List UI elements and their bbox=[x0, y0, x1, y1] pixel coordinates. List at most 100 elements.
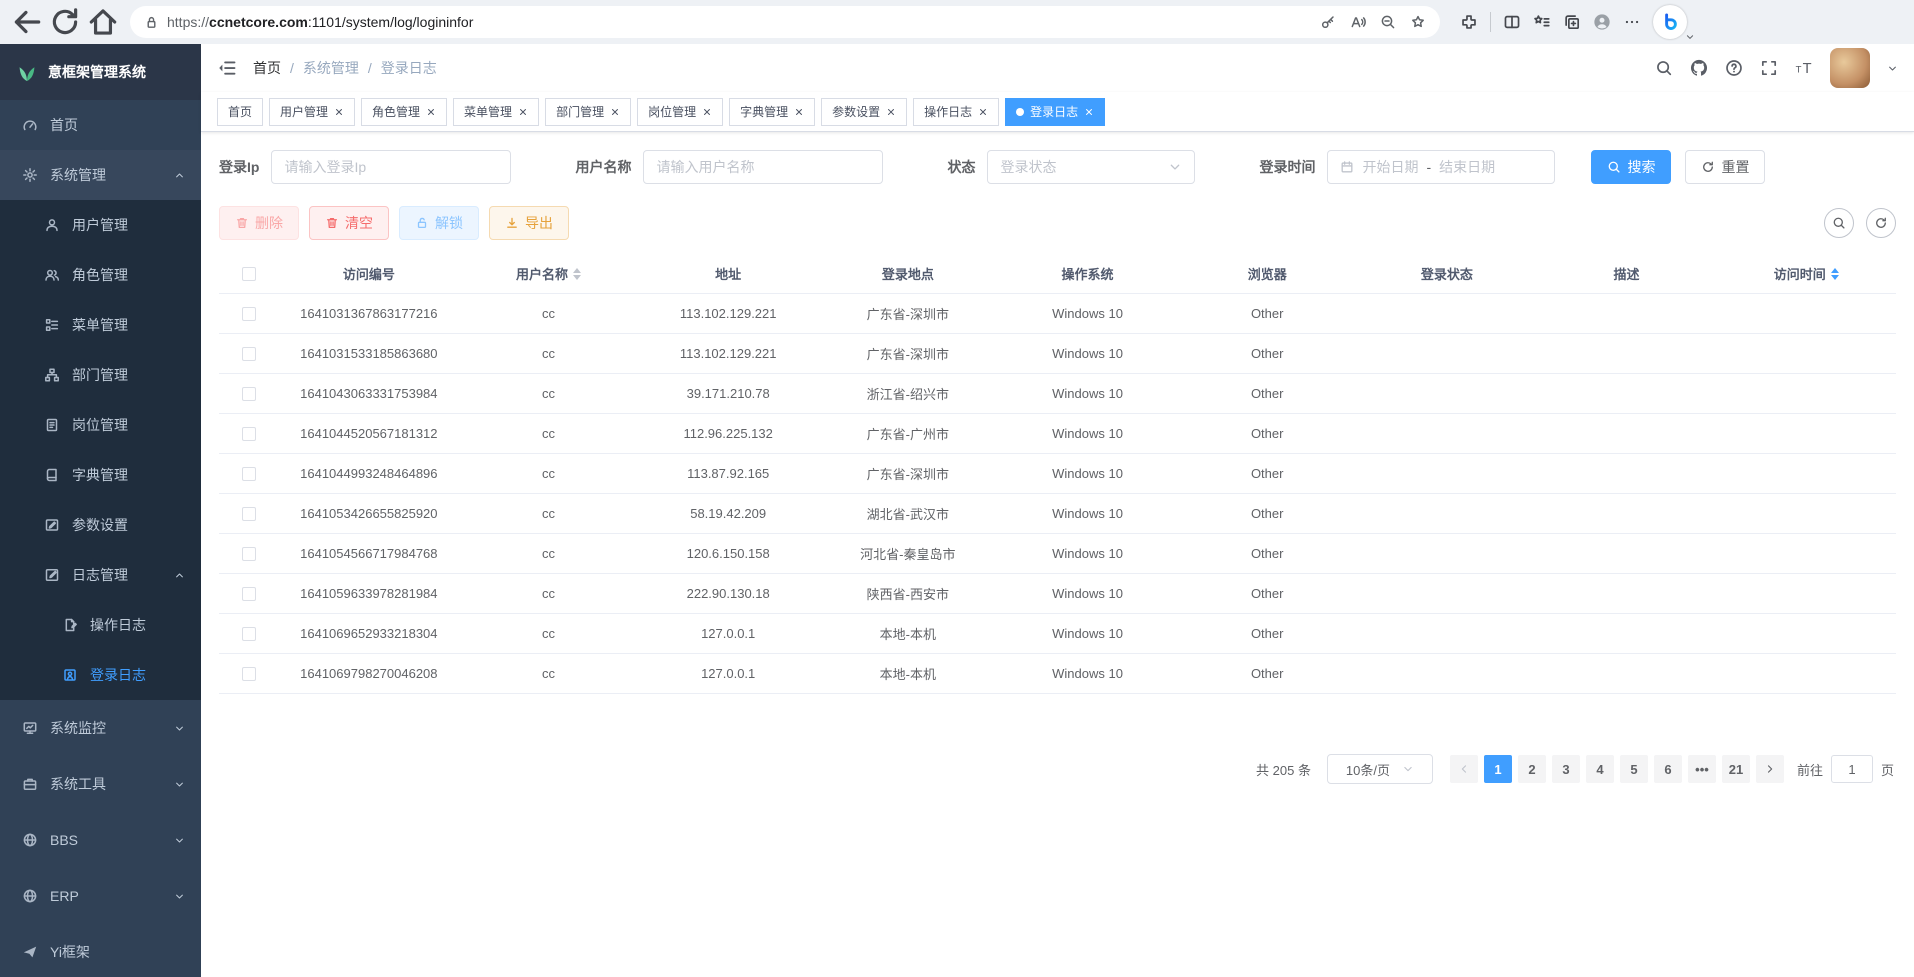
search-button[interactable]: 搜索 bbox=[1591, 150, 1671, 184]
close-icon[interactable] bbox=[610, 107, 620, 117]
tab-登录日志[interactable]: 登录日志 bbox=[1005, 98, 1105, 126]
prev-page-button[interactable] bbox=[1450, 755, 1478, 783]
sidebar-item-dict-mgmt[interactable]: 字典管理 bbox=[0, 450, 201, 500]
select-all-checkbox[interactable] bbox=[242, 267, 256, 281]
tab-角色管理[interactable]: 角色管理 bbox=[361, 98, 447, 126]
sort-carets-icon[interactable] bbox=[1831, 268, 1839, 280]
page-button-4[interactable]: 4 bbox=[1586, 755, 1614, 783]
split-screen-icon[interactable] bbox=[1503, 13, 1521, 31]
sidebar-item-home[interactable]: 首页 bbox=[0, 100, 201, 150]
delete-button[interactable]: 删除 bbox=[219, 206, 299, 240]
tab-菜单管理[interactable]: 菜单管理 bbox=[453, 98, 539, 126]
close-icon[interactable] bbox=[334, 107, 344, 117]
row-checkbox[interactable] bbox=[242, 467, 256, 481]
refresh-icon[interactable] bbox=[48, 5, 82, 39]
row-checkbox[interactable] bbox=[242, 667, 256, 681]
back-icon[interactable] bbox=[10, 5, 44, 39]
tab-岗位管理[interactable]: 岗位管理 bbox=[637, 98, 723, 126]
favorites-icon[interactable] bbox=[1533, 13, 1551, 31]
row-checkbox[interactable] bbox=[242, 347, 256, 361]
column-header-time[interactable]: 访问时间 bbox=[1716, 264, 1896, 283]
close-icon[interactable] bbox=[886, 107, 896, 117]
sidebar-item-system-mgmt[interactable]: 系统管理 bbox=[0, 150, 201, 200]
row-checkbox[interactable] bbox=[242, 547, 256, 561]
user-name-input[interactable] bbox=[643, 150, 883, 184]
column-header-user[interactable]: 用户名称 bbox=[459, 264, 639, 283]
sort-carets-icon[interactable] bbox=[573, 268, 581, 280]
pager-ellipsis[interactable]: ••• bbox=[1688, 755, 1716, 783]
sidebar-item-role-mgmt[interactable]: 角色管理 bbox=[0, 250, 201, 300]
row-checkbox[interactable] bbox=[242, 387, 256, 401]
sidebar-item-login-log[interactable]: 登录日志 bbox=[0, 650, 201, 700]
close-icon[interactable] bbox=[978, 107, 988, 117]
key-icon[interactable] bbox=[1320, 14, 1336, 30]
sidebar-item-post-mgmt[interactable]: 岗位管理 bbox=[0, 400, 201, 450]
clear-button[interactable]: 清空 bbox=[309, 206, 389, 240]
profile-icon[interactable] bbox=[1593, 13, 1611, 31]
tab-部门管理[interactable]: 部门管理 bbox=[545, 98, 631, 126]
page-size-select[interactable]: 10条/页 bbox=[1327, 754, 1433, 784]
sidebar-item-log-mgmt[interactable]: 日志管理 bbox=[0, 550, 201, 600]
tab-首页[interactable]: 首页 bbox=[217, 98, 263, 126]
next-page-button[interactable] bbox=[1756, 755, 1784, 783]
row-checkbox[interactable] bbox=[242, 587, 256, 601]
tab-用户管理[interactable]: 用户管理 bbox=[269, 98, 355, 126]
status-select[interactable]: 登录状态 bbox=[987, 150, 1195, 184]
sidebar-item-operation-log[interactable]: 操作日志 bbox=[0, 600, 201, 650]
fullscreen-icon[interactable] bbox=[1760, 59, 1778, 77]
goto-page-input[interactable] bbox=[1831, 755, 1873, 783]
close-icon[interactable] bbox=[426, 107, 436, 117]
sidebar-item-param-settings[interactable]: 参数设置 bbox=[0, 500, 201, 550]
question-icon[interactable] bbox=[1725, 59, 1743, 77]
search-icon[interactable] bbox=[1655, 59, 1673, 77]
sidebar-item-user-mgmt[interactable]: 用户管理 bbox=[0, 200, 201, 250]
reset-button[interactable]: 重置 bbox=[1685, 150, 1765, 184]
url-text[interactable]: https://ccnetcore.com:1101/system/log/lo… bbox=[167, 14, 1312, 30]
breadcrumb-home[interactable]: 首页 bbox=[253, 58, 281, 78]
row-checkbox[interactable] bbox=[242, 627, 256, 641]
refresh-table-button[interactable] bbox=[1866, 208, 1896, 238]
close-icon[interactable] bbox=[702, 107, 712, 117]
sidebar-item-yi-framework[interactable]: Yi框架 bbox=[0, 924, 201, 977]
login-ip-input[interactable] bbox=[271, 150, 511, 184]
ellipsis-icon[interactable] bbox=[1623, 13, 1641, 31]
row-checkbox[interactable] bbox=[242, 507, 256, 521]
read-aloud-icon[interactable] bbox=[1350, 14, 1366, 30]
page-button-21[interactable]: 21 bbox=[1722, 755, 1750, 783]
page-button-6[interactable]: 6 bbox=[1654, 755, 1682, 783]
close-icon[interactable] bbox=[518, 107, 528, 117]
export-button[interactable]: 导出 bbox=[489, 206, 569, 240]
sidebar-item-menu-mgmt[interactable]: 菜单管理 bbox=[0, 300, 201, 350]
row-checkbox[interactable] bbox=[242, 427, 256, 441]
collections-icon[interactable] bbox=[1563, 13, 1581, 31]
font-size-icon[interactable]: TT bbox=[1795, 59, 1813, 77]
add-favorite-icon[interactable] bbox=[1410, 14, 1426, 30]
avatar[interactable] bbox=[1830, 48, 1870, 88]
browser-essentials-icon[interactable] bbox=[1460, 13, 1478, 31]
copilot-caret-icon[interactable] bbox=[1685, 32, 1695, 42]
tab-操作日志[interactable]: 操作日志 bbox=[913, 98, 999, 126]
toggle-search-button[interactable] bbox=[1824, 208, 1854, 238]
tab-参数设置[interactable]: 参数设置 bbox=[821, 98, 907, 126]
sidebar-item-system-tools[interactable]: 系统工具 bbox=[0, 756, 201, 812]
address-bar[interactable]: https://ccnetcore.com:1101/system/log/lo… bbox=[130, 6, 1440, 38]
date-range-picker[interactable]: 开始日期 - 结束日期 bbox=[1327, 150, 1555, 184]
tab-字典管理[interactable]: 字典管理 bbox=[729, 98, 815, 126]
sidebar-item-system-monitor[interactable]: 系统监控 bbox=[0, 700, 201, 756]
app-logo[interactable]: 意框架管理系统 bbox=[0, 44, 201, 100]
close-icon[interactable] bbox=[1084, 107, 1094, 117]
sidebar-item-bbs[interactable]: BBS bbox=[0, 812, 201, 868]
page-button-2[interactable]: 2 bbox=[1518, 755, 1546, 783]
zoom-out-icon[interactable] bbox=[1380, 14, 1396, 30]
page-button-5[interactable]: 5 bbox=[1620, 755, 1648, 783]
copilot-icon[interactable] bbox=[1653, 5, 1687, 39]
page-button-1[interactable]: 1 bbox=[1484, 755, 1512, 783]
page-button-3[interactable]: 3 bbox=[1552, 755, 1580, 783]
home-icon[interactable] bbox=[86, 5, 120, 39]
avatar-caret-icon[interactable] bbox=[1887, 63, 1898, 74]
github-icon[interactable] bbox=[1690, 59, 1708, 77]
close-icon[interactable] bbox=[794, 107, 804, 117]
sidebar-item-dept-mgmt[interactable]: 部门管理 bbox=[0, 350, 201, 400]
hamburger-icon[interactable] bbox=[217, 58, 237, 78]
unlock-button[interactable]: 解锁 bbox=[399, 206, 479, 240]
